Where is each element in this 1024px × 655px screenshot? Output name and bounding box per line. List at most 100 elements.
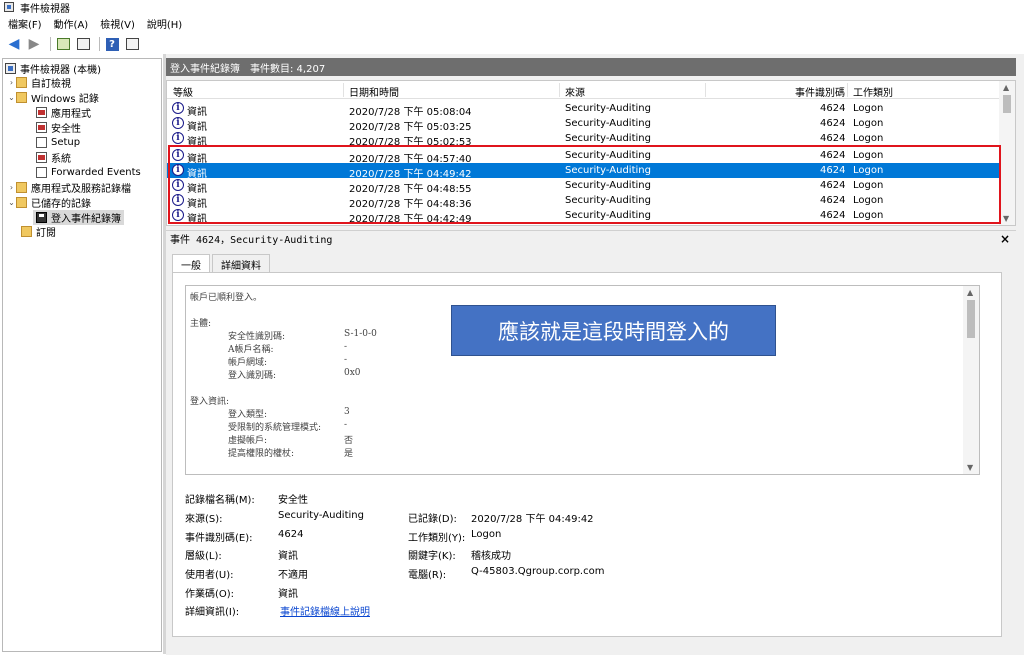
log-icon [36, 152, 47, 163]
level-label: 層級(L): [185, 551, 222, 562]
log-name: 登入事件紀錄簿 [170, 63, 240, 75]
tree-node-application[interactable]: 應用程式 [36, 105, 91, 120]
title-bar: 事件檢視器 [0, 0, 1024, 15]
column-divider[interactable] [705, 83, 706, 97]
show-action-pane-icon[interactable] [124, 36, 140, 52]
information-icon: i [172, 102, 184, 114]
forward-arrow-icon[interactable]: ▶ [26, 36, 42, 52]
scroll-up-icon[interactable]: ▲ [967, 288, 973, 297]
up-folder-icon[interactable] [55, 36, 71, 52]
tab-general[interactable]: 一般 [172, 254, 210, 273]
log-icon [36, 137, 47, 148]
column-header-event-id[interactable]: 事件識別碼 [795, 84, 845, 99]
tree-node-saved-logs[interactable]: ⌄ 已儲存的記錄 [7, 195, 91, 210]
keywords-label: 關鍵字(K): [408, 551, 456, 562]
tree-node-custom-views[interactable]: › 自訂檢視 [7, 75, 71, 90]
scroll-down-icon[interactable]: ▼ [967, 463, 973, 472]
user-label: 使用者(U): [185, 570, 234, 581]
log-name-label: 記錄檔名稱(M): [185, 495, 255, 506]
menu-file[interactable]: 檔案(F) [8, 16, 42, 31]
subscription-icon [21, 226, 32, 237]
menu-help[interactable]: 說明(H) [147, 16, 182, 31]
show-hide-tree-icon[interactable] [75, 36, 91, 52]
toolbar-separator [50, 37, 51, 51]
tab-details[interactable]: 詳細資料 [212, 254, 270, 272]
log-header-bar: 登入事件紀錄簿 事件數目: 4,207 [166, 58, 1016, 76]
tree-node-system[interactable]: 系統 [36, 150, 71, 165]
red-highlight-box [168, 145, 1001, 224]
tree-node-setup[interactable]: Setup [36, 135, 80, 150]
log-name-value: 安全性 [278, 495, 308, 506]
menu-action[interactable]: 動作(A) [54, 16, 89, 31]
task-category-label: 工作類別(Y): [408, 533, 466, 544]
toolbar-separator [99, 37, 100, 51]
event-id-label: 事件識別碼(E): [185, 533, 253, 544]
event-list-scrollbar[interactable]: ▲ ▼ [999, 81, 1015, 225]
table-row[interactable]: i 資訊 2020/7/28 下午 05:03:25 Security-Audi… [167, 116, 999, 133]
event-detail-header: 事件 4624，Security-Auditing × [166, 230, 1016, 246]
description-scrollbar[interactable]: ▲ ▼ [963, 286, 979, 474]
column-header-datetime[interactable]: 日期和時間 [349, 84, 399, 99]
column-header-task-category[interactable]: 工作類別 [853, 84, 893, 99]
online-help-link[interactable]: 事件記錄檔線上說明 [280, 603, 370, 618]
scrollbar-thumb[interactable] [967, 300, 975, 338]
chevron-down-icon[interactable]: ⌄ [7, 93, 16, 102]
column-divider[interactable] [847, 83, 848, 97]
computer-label: 電腦(R): [408, 570, 447, 581]
tree-node-app-service-logs[interactable]: › 應用程式及服務記錄檔 [7, 180, 131, 195]
logged-value: 2020/7/28 下午 04:49:42 [471, 514, 594, 525]
close-icon[interactable]: × [1000, 232, 1010, 246]
folder-icon [16, 197, 27, 208]
folder-icon [16, 182, 27, 193]
folder-icon [16, 77, 27, 88]
annotation-callout: 應該就是這段時間登入的 [451, 305, 776, 356]
column-header-source[interactable]: 來源 [565, 84, 585, 99]
tree-node-forwarded-events[interactable]: Forwarded Events [36, 165, 141, 180]
menu-bar: 檔案(F) 動作(A) 檢視(V) 說明(H) [0, 14, 1024, 32]
table-row[interactable]: i 資訊 2020/7/28 下午 05:02:53 Security-Audi… [167, 131, 999, 148]
saved-log-icon [36, 212, 47, 223]
tree-node-subscriptions[interactable]: 訂閱 [21, 224, 56, 239]
help-icon[interactable]: ? [104, 36, 120, 52]
back-arrow-icon[interactable]: ◀ [6, 36, 22, 52]
chevron-right-icon[interactable]: › [7, 183, 16, 192]
user-value: 不適用 [278, 570, 308, 581]
tree-node-security[interactable]: 安全性 [36, 120, 81, 135]
event-viewer-icon [4, 2, 14, 12]
source-label: 來源(S): [185, 514, 223, 525]
table-row[interactable]: i 資訊 2020/7/28 下午 05:08:04 Security-Audi… [167, 101, 999, 118]
column-divider[interactable] [343, 83, 344, 97]
column-divider[interactable] [559, 83, 560, 97]
toolbar: ◀ ▶ ? [0, 34, 1024, 54]
event-detail-title: 事件 4624，Security-Auditing [170, 235, 333, 246]
event-viewer-icon [5, 63, 16, 74]
information-icon: i [172, 132, 184, 144]
scroll-up-icon[interactable]: ▲ [1003, 83, 1009, 92]
chevron-right-icon[interactable]: › [7, 78, 16, 87]
menu-view[interactable]: 檢視(V) [100, 16, 135, 31]
opcode-value: 資訊 [278, 589, 298, 600]
tree-node-logon-events-log[interactable]: 登入事件紀錄簿 [33, 210, 124, 225]
chevron-down-icon[interactable]: ⌄ [7, 198, 16, 207]
log-icon [36, 107, 47, 118]
scrollbar-thumb[interactable] [1003, 95, 1011, 113]
event-count: 事件數目: 4,207 [250, 63, 326, 75]
information-icon: i [172, 117, 184, 129]
more-info-label: 詳細資訊(I): [185, 607, 240, 618]
log-icon [36, 167, 47, 178]
navigation-tree: 事件檢視器 (本機) › 自訂檢視 ⌄ Windows 記錄 應用程式 安全性 … [2, 58, 162, 652]
tree-node-windows-logs[interactable]: ⌄ Windows 記錄 [7, 90, 99, 105]
event-id-value: 4624 [278, 529, 304, 540]
opcode-label: 作業碼(O): [185, 589, 235, 600]
window-title: 事件檢視器 [20, 3, 70, 15]
folder-icon [16, 92, 27, 103]
event-list-header: 等級 日期和時間 來源 事件識別碼 工作類別 [167, 81, 999, 99]
keywords-value: 稽核成功 [471, 551, 511, 562]
tree-node-root[interactable]: 事件檢視器 (本機) [5, 61, 101, 76]
level-value: 資訊 [278, 551, 298, 562]
scroll-down-icon[interactable]: ▼ [1003, 214, 1009, 223]
detail-tabs: 一般 詳細資料 [172, 254, 272, 273]
column-header-level[interactable]: 等級 [173, 84, 193, 99]
logged-label: 已記錄(D): [408, 514, 457, 525]
task-category-value: Logon [471, 529, 502, 540]
